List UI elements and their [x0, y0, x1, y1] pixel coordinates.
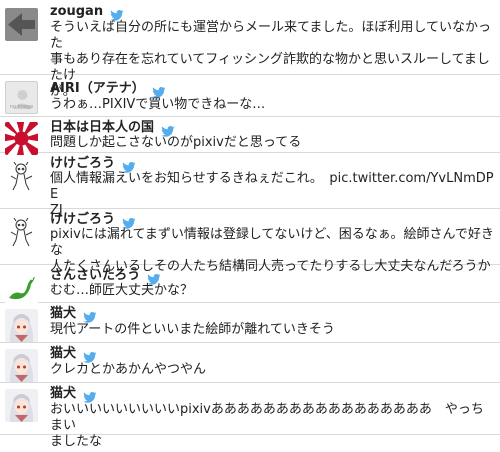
author-line: けけごろう — [50, 212, 136, 229]
twitter-bird-icon — [152, 83, 166, 98]
sketch-character-avatar[interactable] — [5, 215, 38, 248]
tweet-row[interactable]: 猫犬 現代アートの件といいまた絵師が離れていきそう — [0, 303, 500, 343]
rising-sun-flag-avatar[interactable] — [5, 122, 38, 155]
author-line: zougan — [50, 4, 124, 21]
tweet-text-line: pixivには漏れてまずい情報は登録してないけど、困るなぁ。絵師さんで好きな — [50, 227, 494, 258]
twitter-bird-icon — [161, 122, 175, 137]
author-line: AIRI（アテナ） — [50, 81, 166, 98]
twitter-bird-icon — [83, 388, 97, 403]
green-lizard-avatar[interactable] — [5, 271, 38, 304]
no-image-label: no image — [9, 104, 34, 110]
author-line: 猫犬 — [50, 346, 97, 363]
tweet-text: クレカとかあかんやつやん — [50, 362, 496, 378]
author-name[interactable]: zougan — [50, 4, 103, 19]
tweet-text-line: 問題しか起こさないのがpixivだと思ってる — [50, 135, 302, 150]
author-line: さんさいたろう — [50, 268, 161, 285]
white-hair-girl-avatar[interactable] — [5, 389, 38, 422]
tweet-text-line: ましたな — [50, 434, 103, 449]
tweet-row[interactable]: 日本は日本人の国 問題しか起こさないのがpixivだと思ってる — [0, 117, 500, 155]
twitter-bird-icon — [83, 308, 97, 323]
author-name[interactable]: 猫犬 — [50, 386, 76, 401]
tweet-text: 現代アートの件といいまた絵師が離れていきそう — [50, 322, 496, 338]
twitter-bird-icon — [83, 348, 97, 363]
tweet-row[interactable]: けけごろう pixivには漏れてまずい情報は登録してないけど、困るなぁ。絵師さんで… — [0, 209, 500, 274]
tweet-feed: zougan そういえば自分の所にも運営からメール来てました。ほぼ利用していなかっ… — [0, 0, 500, 449]
tweet-text-line: クレカとかあかんやつやん — [50, 362, 207, 377]
white-hair-girl-avatar[interactable] — [5, 349, 38, 382]
gray-back-arrow-avatar[interactable] — [5, 8, 38, 41]
no-image-avatar[interactable]: no image — [5, 81, 38, 114]
tweet-text: おいいいいいいいいいpixivあああああああああああああああああ やっちまい まし… — [50, 402, 496, 450]
author-line: 猫犬 — [50, 386, 97, 403]
author-name[interactable]: 日本は日本人の国 — [50, 120, 154, 135]
tweet-row[interactable]: zougan そういえば自分の所にも運営からメール来てました。ほぼ利用していなかっ… — [0, 0, 500, 99]
tweet-row[interactable]: 猫犬 クレカとかあかんやつやん — [0, 343, 500, 383]
author-name[interactable]: けけごろう — [50, 156, 115, 171]
author-line: 日本は日本人の国 — [50, 120, 175, 137]
tweet-row[interactable]: けけごろう 個人情報漏えいをお知らせするきねぇだこれ。 pic.twitter.c… — [0, 153, 500, 218]
twitter-bird-icon — [147, 270, 161, 285]
tweet-text: うわぁ…PIXIVで買い物できねーな… — [50, 97, 496, 113]
tweet-text-line: 個人情報漏えいをお知らせするきねぇだこれ。 pic.twitter.com/Yv… — [50, 171, 494, 202]
white-hair-girl-avatar[interactable] — [5, 309, 38, 342]
tweet-text: むむ…師匠大丈夫かな？ — [50, 283, 496, 299]
twitter-bird-icon — [122, 214, 136, 229]
tweet-text-line: 現代アートの件といいまた絵師が離れていきそう — [50, 322, 335, 337]
tweet-row[interactable]: 猫犬 おいいいいいいいいいpixivあああああああああああああああああ やっちまい… — [0, 383, 500, 449]
tweet-text-line: そういえば自分の所にも運営からメール来てました。ほぼ利用していなかった — [50, 20, 491, 51]
tweet-row[interactable]: さんさいたろう むむ…師匠大丈夫かな？ — [0, 265, 500, 304]
author-name[interactable]: さんさいたろう — [50, 268, 140, 283]
tweet-row[interactable]: no image AIRI（アテナ） うわぁ…PIXIVで買い物できねーな… — [0, 75, 500, 117]
twitter-bird-icon — [122, 158, 136, 173]
author-name[interactable]: けけごろう — [50, 212, 115, 227]
sketch-character-avatar[interactable] — [5, 159, 38, 192]
author-name[interactable]: 猫犬 — [50, 346, 76, 361]
twitter-bird-icon — [110, 6, 124, 21]
tweet-text: 問題しか起こさないのがpixivだと思ってる — [50, 135, 496, 151]
tweet-text-line: むむ…師匠大丈夫かな？ — [50, 283, 194, 298]
author-name[interactable]: AIRI（アテナ） — [50, 81, 145, 96]
tweet-text-line: おいいいいいいいいいpixivあああああああああああああああああ やっちまい — [50, 402, 484, 433]
author-line: 猫犬 — [50, 306, 97, 323]
author-name[interactable]: 猫犬 — [50, 306, 76, 321]
author-line: けけごろう — [50, 156, 136, 173]
tweet-text-line: うわぁ…PIXIVで買い物できねーな… — [50, 97, 266, 112]
